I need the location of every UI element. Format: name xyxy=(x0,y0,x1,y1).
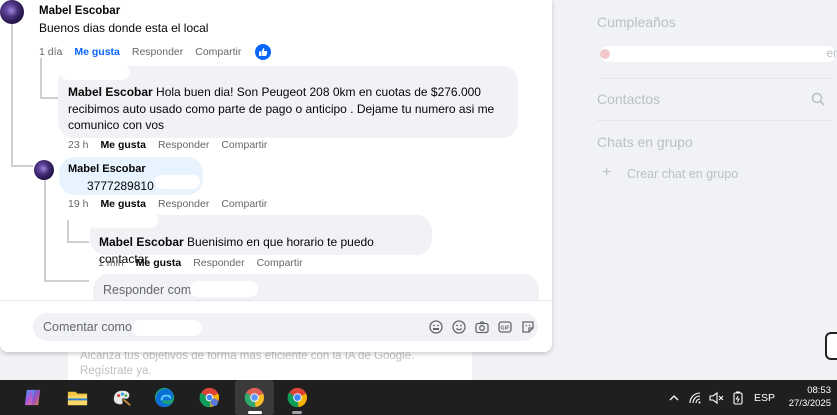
create-group-chat-button[interactable]: Crear chat en grupo xyxy=(627,167,738,181)
comment-author[interactable]: Mabel Escobar xyxy=(99,235,184,249)
thread-connector xyxy=(11,165,33,167)
comment-actions: 1 día Me gusta Responder Compartir xyxy=(39,44,272,60)
comment-time[interactable]: 1 día xyxy=(39,46,62,58)
battery-icon[interactable] xyxy=(732,391,744,405)
taskbar: ESP 08:53 27/3/2025 xyxy=(0,380,837,415)
chat-edge-button[interactable] xyxy=(825,332,837,360)
like-button[interactable]: Me gusta xyxy=(100,198,146,210)
clock[interactable]: 08:53 27/3/2025 xyxy=(789,384,831,410)
copilot-icon[interactable] xyxy=(22,386,45,409)
chrome-profile-icon[interactable] xyxy=(198,386,221,409)
avatar[interactable] xyxy=(0,0,24,24)
comment-placeholder: Comentar como xyxy=(43,320,132,334)
comment-actions: 19 h Me gusta Responder Compartir xyxy=(68,198,267,210)
clock-time: 08:53 xyxy=(807,385,831,396)
language-indicator[interactable]: ESP xyxy=(754,392,775,404)
like-button[interactable]: Me gusta xyxy=(136,257,182,269)
birthday-cut-text: er xyxy=(826,46,837,60)
reply-button[interactable]: Responder xyxy=(193,257,244,269)
like-reaction-icon[interactable] xyxy=(255,44,272,60)
reply-placeholder: Responder como xyxy=(103,283,199,297)
file-explorer-icon[interactable] xyxy=(66,386,89,409)
comment-composer: Comentar como GIF xyxy=(0,300,552,352)
share-button[interactable]: Compartir xyxy=(257,257,303,269)
plus-icon: + xyxy=(602,164,612,181)
comment-actions: 23 h Me gusta Responder Compartir xyxy=(68,139,267,151)
comment-time[interactable]: 23 h xyxy=(68,139,88,151)
speaker-muted-icon[interactable] xyxy=(708,391,724,405)
comment-time[interactable]: 1 min xyxy=(98,257,124,269)
share-button[interactable]: Compartir xyxy=(195,46,241,58)
reply-button[interactable]: Responder xyxy=(158,139,209,151)
redaction xyxy=(155,175,200,189)
system-tray: ESP xyxy=(668,380,775,415)
running-indicator xyxy=(292,411,302,414)
comment-author[interactable]: Mabel Escobar xyxy=(39,3,208,20)
redaction xyxy=(132,320,202,336)
comments-panel: Mabel Escobar Buenos dias donde esta el … xyxy=(0,0,552,352)
redaction xyxy=(60,64,130,80)
share-button[interactable]: Compartir xyxy=(221,139,267,151)
share-button[interactable]: Compartir xyxy=(221,198,267,210)
comment-author[interactable]: Mabel Escobar xyxy=(68,85,153,99)
reply-button[interactable]: Responder xyxy=(158,198,209,210)
avatar-sticker-icon[interactable] xyxy=(428,319,444,335)
chrome-icon[interactable] xyxy=(243,386,266,409)
chevron-up-icon[interactable] xyxy=(668,392,680,404)
paint-icon[interactable] xyxy=(110,386,133,409)
divider xyxy=(597,120,832,121)
svg-text:GIF: GIF xyxy=(500,325,510,331)
ad-line-2: Regístrate ya. xyxy=(80,365,152,377)
comment-bubble: Mabel Escobar Buenos dias donde esta el … xyxy=(29,0,218,41)
divider xyxy=(597,78,832,79)
contacts-title: Contactos xyxy=(597,91,661,107)
thread-line xyxy=(67,220,69,242)
comment-text: Buenos dias donde esta el local xyxy=(39,20,209,35)
gif-icon[interactable]: GIF xyxy=(497,319,513,335)
sticker-icon[interactable] xyxy=(520,319,536,335)
thread-line xyxy=(40,58,42,98)
active-indicator xyxy=(248,411,262,414)
group-chats-title: Chats en grupo xyxy=(597,134,693,150)
reply-button[interactable]: Responder xyxy=(132,46,183,58)
search-icon[interactable] xyxy=(810,91,826,107)
emoji-icon[interactable] xyxy=(451,319,467,335)
avatar[interactable] xyxy=(34,160,54,180)
right-sidebar: Cumpleaños er Contactos Chats en grupo +… xyxy=(552,0,837,380)
thread-connector xyxy=(40,97,58,99)
camera-icon[interactable] xyxy=(474,319,490,335)
comment-time[interactable]: 19 h xyxy=(68,198,88,210)
edge-icon[interactable] xyxy=(153,386,176,409)
birthday-blurred-row xyxy=(600,46,836,62)
thread-line xyxy=(44,180,46,280)
birthdays-title: Cumpleaños xyxy=(597,14,676,30)
wifi-icon[interactable] xyxy=(688,391,702,405)
like-button[interactable]: Me gusta xyxy=(74,46,120,58)
chrome-icon[interactable] xyxy=(286,386,309,409)
like-button[interactable]: Me gusta xyxy=(100,139,146,151)
thread-connector xyxy=(67,241,89,243)
redaction xyxy=(190,281,258,297)
clock-date: 27/3/2025 xyxy=(788,398,831,409)
comment-actions: 1 min Me gusta Responder Compartir xyxy=(98,257,303,269)
thread-connector xyxy=(44,280,89,282)
redaction xyxy=(88,212,158,228)
thread-line xyxy=(11,24,13,166)
